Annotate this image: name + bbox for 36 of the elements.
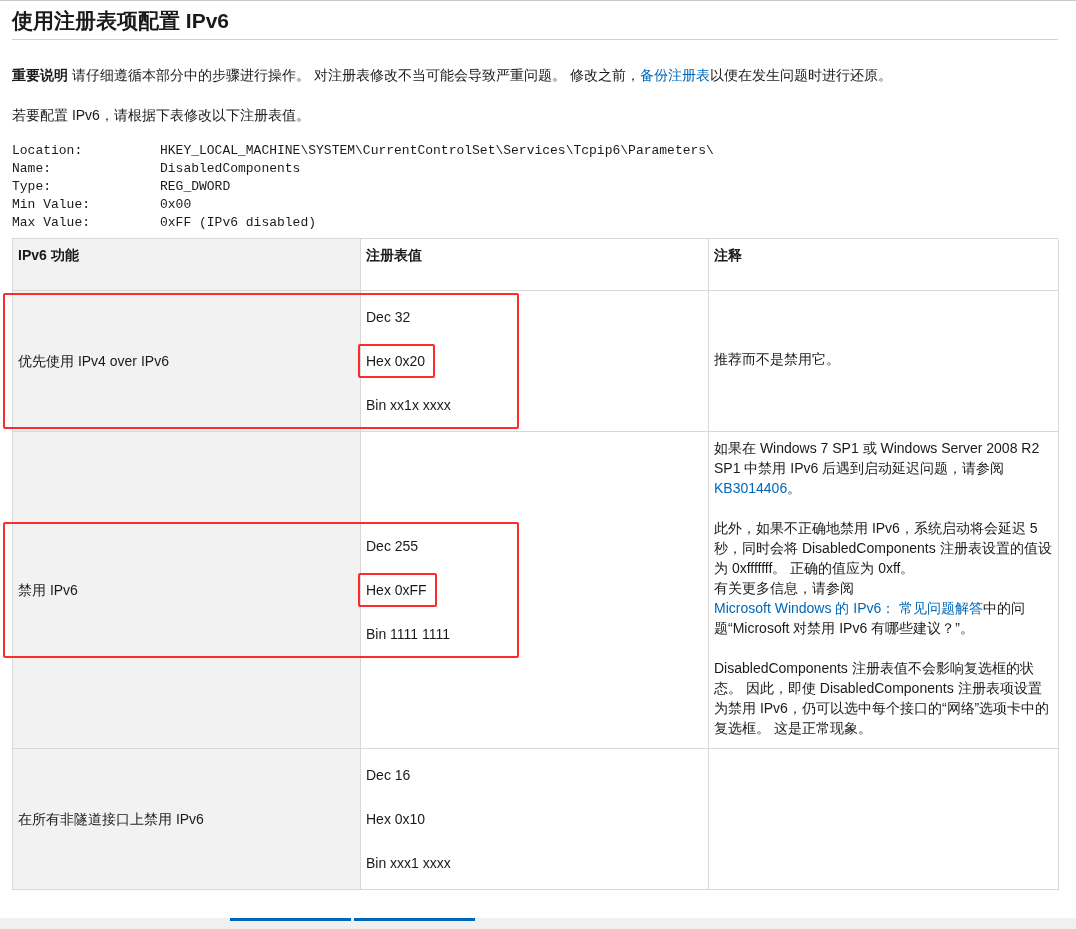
registry-key: Min Value: xyxy=(12,196,160,214)
registry-value: HKEY_LOCAL_MACHINE\SYSTEM\CurrentControlSet\Services\Tcpip6\Parameters\ xyxy=(160,142,714,160)
note-text: 此外，如果不正确地禁用 IPv6，系统启动将会延迟 5 秒，同时会将 DisabledComponents 注册表设置的值设为 0xfffffff。 正确的值应为 0xff。 xyxy=(714,519,1053,578)
note-text: 如果在 Windows 7 SP1 或 Windows Server 2008 R2 SP1 中禁用 IPv6 后遇到启动延迟问题，请参阅 KB3014406。 xyxy=(714,439,1041,498)
table-cell-text: 在所有非隧道接口上禁用 IPv6 xyxy=(18,810,204,829)
intro-text: 若要配置 IPv6，请根据下表修改以下注册表值。 xyxy=(12,106,310,125)
column-header: 注释 xyxy=(709,239,1059,291)
table-cell: Hex 0xFF xyxy=(366,582,427,598)
registry-value: DisabledComponents xyxy=(160,160,302,178)
note-text: DisabledComponents 注册表值不会影响复选框的状态。 因此，即使 DisabledComponents 注册表项设置为禁用 IPv6，仍可以选中每个接口的“网络”选项卡中的复选框。 这是正常现象。 xyxy=(714,659,1051,738)
page-title: 使用注册表项配置 IPv6 xyxy=(12,8,230,34)
table-cell: Hex 0x20 xyxy=(366,353,426,369)
note-text: 有关更多信息，请参阅 Microsoft Windows 的 IPv6： 常见问题解答中的问题“Microsoft 对禁用 IPv6 有哪些建议？”。 xyxy=(714,579,1027,638)
table-cell: Bin xx1x xxxx xyxy=(366,397,451,413)
column-header: IPv6 功能 xyxy=(13,239,361,291)
link[interactable]: Microsoft Windows 的 IPv6： 常见问题解答 xyxy=(714,600,984,616)
note-text: 推荐而不是禁用它。 xyxy=(714,350,841,369)
registry-value: REG_DWORD xyxy=(160,178,232,196)
registry-key: Name: xyxy=(12,160,160,178)
table-cell-text: 优先使用 IPv4 over IPv6 xyxy=(18,352,169,371)
registry-key: Max Value: xyxy=(12,214,160,232)
table-cell: Dec 16 xyxy=(366,767,411,783)
column-header: 注册表值 xyxy=(361,239,709,291)
warning-text: 重要说明 请仔细遵循本部分中的步骤进行操作。 对注册表修改不当可能会导致严重问题。 修改之前，备份注册表以便在发生问题时进行还原。 xyxy=(12,66,893,85)
table-cell: Hex 0x10 xyxy=(366,811,426,827)
table-cell: Dec 32 xyxy=(366,309,411,325)
registry-key: Type: xyxy=(12,178,160,196)
registry-value: 0xFF (IPv6 disabled) xyxy=(160,214,318,232)
table-cell-text: 禁用 IPv6 xyxy=(18,581,78,600)
table-cell: Bin xxx1 xxxx xyxy=(366,855,451,871)
table-cell: Bin 1111 1111 xyxy=(366,626,451,642)
link[interactable]: 备份注册表 xyxy=(639,67,710,83)
registry-key: Location: xyxy=(12,142,160,160)
registry-value: 0x00 xyxy=(160,196,193,214)
table-cell: Dec 255 xyxy=(366,538,419,554)
link[interactable]: KB3014406 xyxy=(714,480,788,496)
